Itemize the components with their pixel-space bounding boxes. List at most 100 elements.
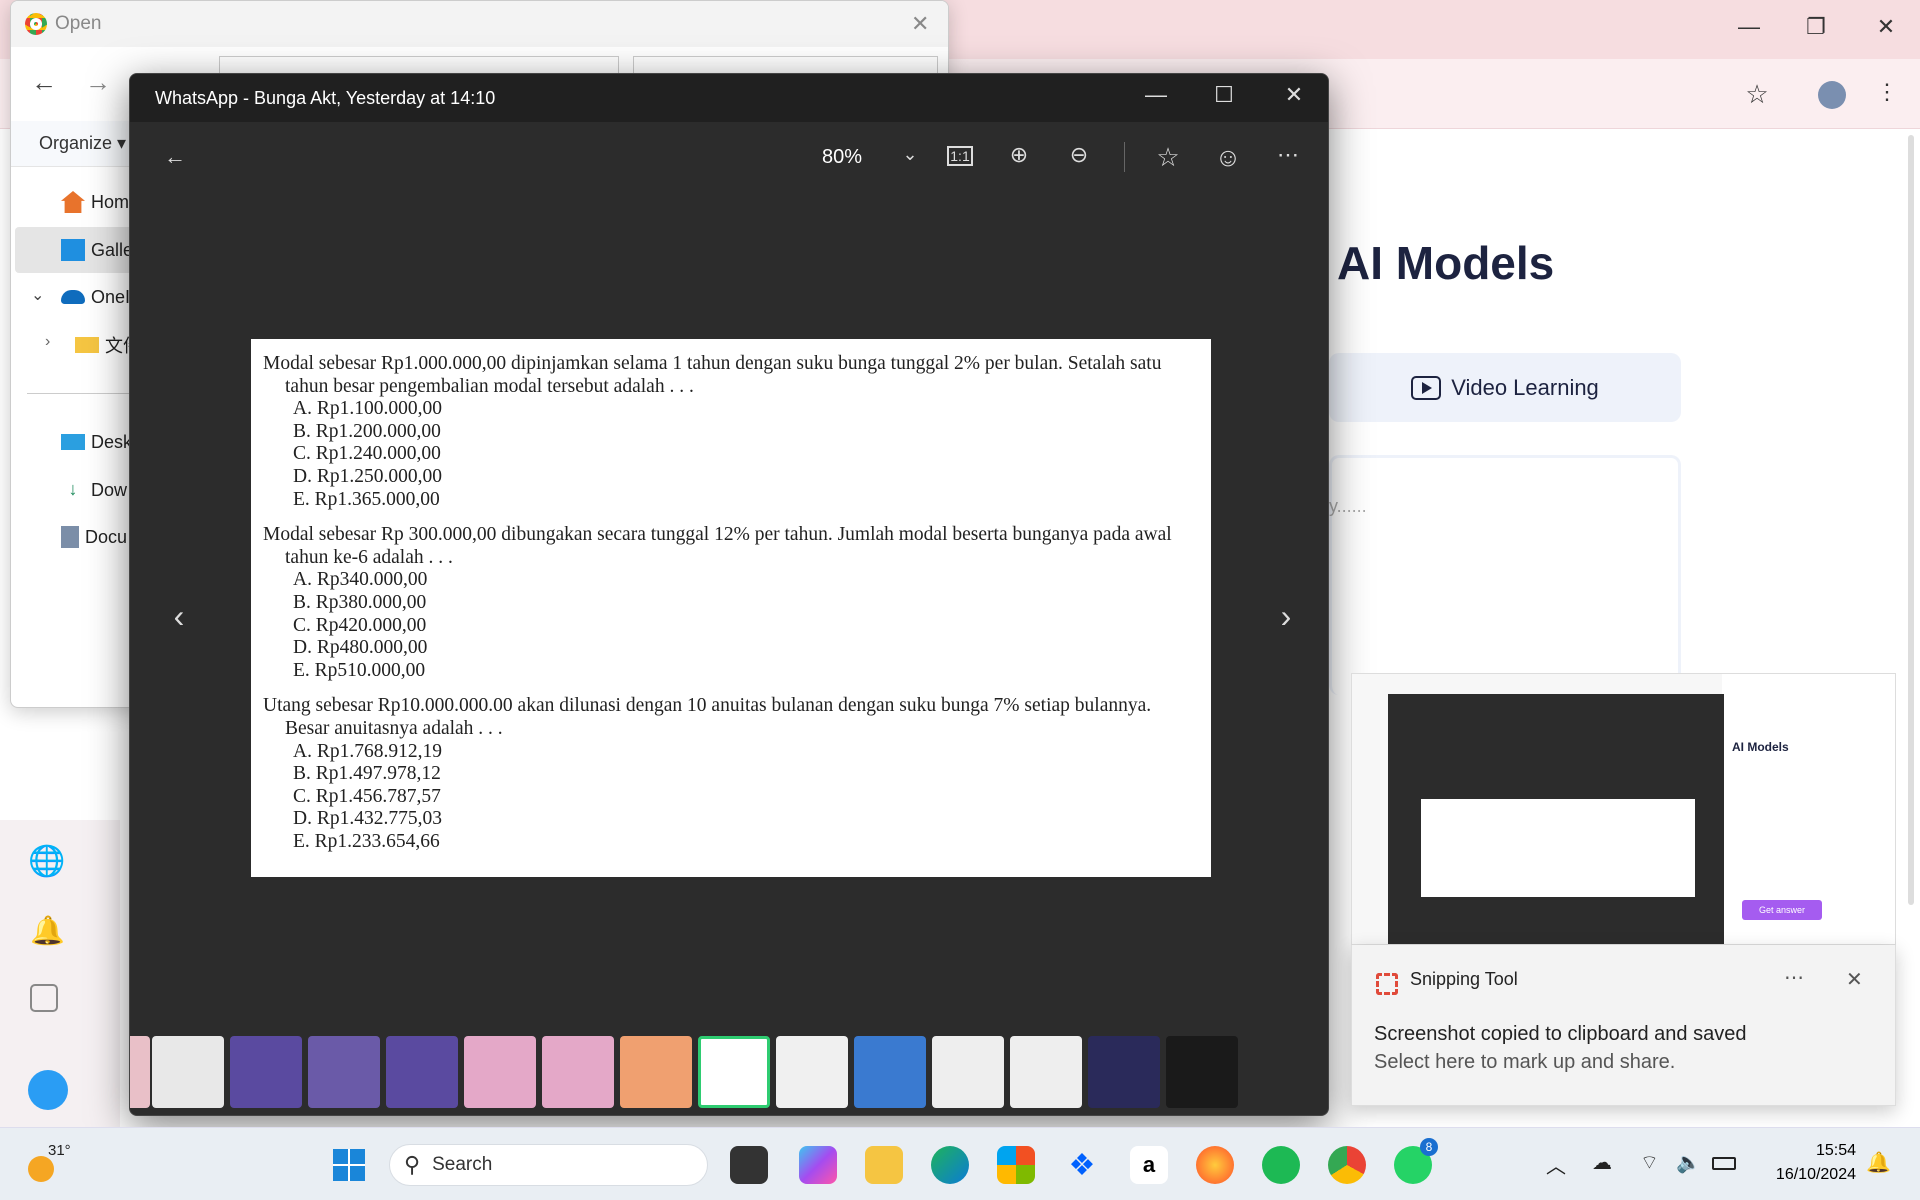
- globe-icon[interactable]: 🌐: [28, 844, 65, 879]
- filmstrip-thumbnail[interactable]: [1010, 1036, 1082, 1108]
- sidebar-item-home[interactable]: Hom: [61, 182, 129, 222]
- close-icon[interactable]: ✕: [911, 11, 929, 37]
- filmstrip-thumbnail[interactable]: [854, 1036, 926, 1108]
- notification-bell-icon[interactable]: 🔔: [1866, 1150, 1891, 1175]
- minimize-button[interactable]: —: [1729, 14, 1769, 40]
- copilot-icon[interactable]: [799, 1146, 837, 1184]
- task-view-icon[interactable]: [730, 1146, 768, 1184]
- search-label: Search: [432, 1154, 493, 1175]
- snipping-notification[interactable]: Snipping Tool ⋯ ✕ Screenshot copied to c…: [1351, 945, 1896, 1106]
- more-options-icon[interactable]: ⋯: [1784, 965, 1804, 990]
- restore-button[interactable]: ❐: [1796, 14, 1836, 40]
- amazon-icon[interactable]: a: [1130, 1146, 1168, 1184]
- documents-icon: [61, 526, 79, 548]
- taskbar: 31° ⚲ Search ❖ a 8 ︿ ☁ ⌔ 🔈 15:54 16/10/20…: [0, 1127, 1920, 1200]
- clock-time[interactable]: 15:54: [1760, 1142, 1856, 1160]
- clock-date[interactable]: 16/10/2024: [1760, 1166, 1856, 1184]
- profile-avatar[interactable]: [1818, 81, 1846, 109]
- speaker-icon[interactable]: 🔈: [1676, 1150, 1701, 1175]
- minimize-button[interactable]: —: [1136, 82, 1176, 108]
- file-explorer-icon[interactable]: [865, 1146, 903, 1184]
- filmstrip-thumbnail[interactable]: [620, 1036, 692, 1108]
- filmstrip: [130, 1036, 1328, 1108]
- screenshot-preview[interactable]: AI Models Get answer: [1351, 673, 1896, 945]
- answer-option: D. Rp480.000,00: [293, 637, 428, 659]
- back-arrow-icon[interactable]: ←: [155, 144, 195, 170]
- spotify-icon[interactable]: [1262, 1146, 1300, 1184]
- filmstrip-thumbnail[interactable]: [932, 1036, 1004, 1108]
- dialog-titlebar: Open ✕: [11, 1, 948, 47]
- zoom-in-icon[interactable]: ⊕: [999, 142, 1039, 168]
- emoji-icon[interactable]: ☺: [1208, 142, 1248, 173]
- store-icon[interactable]: [997, 1146, 1035, 1184]
- notification-app-name: Snipping Tool: [1410, 969, 1518, 989]
- sidebar-item-documents[interactable]: Docu: [61, 517, 127, 557]
- filmstrip-thumbnail[interactable]: [152, 1036, 224, 1108]
- filmstrip-thumbnail[interactable]: [308, 1036, 380, 1108]
- actual-size-icon[interactable]: 1:1: [947, 146, 973, 166]
- viewer-titlebar: WhatsApp - Bunga Akt, Yesterday at 14:10…: [130, 74, 1328, 122]
- onedrive-cloud-icon[interactable]: ☁: [1592, 1150, 1612, 1175]
- close-button[interactable]: ✕: [1866, 14, 1906, 40]
- sidebar-item-desktop[interactable]: Desk: [61, 422, 132, 462]
- filmstrip-thumbnail[interactable]: [1088, 1036, 1160, 1108]
- maximize-button[interactable]: ☐: [1204, 82, 1244, 108]
- answer-option: E. Rp1.365.000,00: [293, 488, 440, 510]
- chevron-down-icon[interactable]: ⌄: [31, 285, 44, 305]
- start-button[interactable]: [330, 1146, 368, 1184]
- previous-image-icon[interactable]: ‹: [159, 598, 199, 635]
- close-icon[interactable]: ✕: [1846, 967, 1863, 992]
- weather-widget[interactable]: 31°: [28, 1142, 71, 1182]
- inbox-icon[interactable]: [30, 984, 58, 1012]
- question-textarea[interactable]: [1329, 455, 1681, 695]
- more-options-icon[interactable]: ⋯: [1268, 142, 1308, 168]
- play-icon: [1411, 375, 1442, 400]
- chevron-down-icon[interactable]: ⌄: [890, 144, 930, 165]
- video-learning-label: Video Learning: [1451, 374, 1599, 400]
- zoom-level-dropdown[interactable]: 80%: [822, 146, 862, 169]
- whatsapp-icon[interactable]: 8: [1394, 1138, 1438, 1184]
- app-monster-icon[interactable]: [28, 1070, 68, 1110]
- filmstrip-thumbnail[interactable]: [386, 1036, 458, 1108]
- filmstrip-thumbnail[interactable]: [1166, 1036, 1238, 1108]
- forward-arrow-icon[interactable]: →: [85, 67, 111, 98]
- desktop-icon: [61, 434, 85, 450]
- filmstrip-thumbnail[interactable]: [130, 1036, 150, 1108]
- filmstrip-thumbnail[interactable]: [464, 1036, 536, 1108]
- favorite-star-icon[interactable]: ☆: [1148, 142, 1188, 173]
- back-arrow-icon[interactable]: ←: [31, 67, 57, 98]
- viewer-title: WhatsApp - Bunga Akt, Yesterday at 14:10: [155, 88, 496, 108]
- chevron-right-icon[interactable]: ›: [45, 333, 50, 351]
- bookmark-star-icon[interactable]: ☆: [1737, 79, 1777, 110]
- bell-icon[interactable]: 🔔: [30, 914, 65, 947]
- question-block: Modal sebesar Rp 300.000,00 dibungakan s…: [263, 524, 1199, 682]
- download-icon: ↓: [68, 479, 78, 499]
- show-hidden-icons-chevron[interactable]: ︿: [1546, 1150, 1566, 1179]
- chrome-side-panel: 🌐 🔔: [0, 820, 120, 1127]
- sidebar-item-onedrive[interactable]: OneI: [61, 277, 130, 317]
- address-bar[interactable]: [1280, 129, 1790, 177]
- taskbar-search[interactable]: ⚲ Search: [389, 1144, 708, 1186]
- zoom-out-icon[interactable]: ⊖: [1059, 142, 1099, 168]
- textarea-placeholder: y......: [1329, 496, 1367, 516]
- edge-icon[interactable]: [931, 1146, 969, 1184]
- sidebar-item-downloads[interactable]: ↓ Dow: [61, 470, 128, 510]
- notification-title: Screenshot copied to clipboard and saved: [1374, 1023, 1747, 1045]
- filmstrip-thumbnail[interactable]: [776, 1036, 848, 1108]
- filmstrip-thumbnail[interactable]: [542, 1036, 614, 1108]
- wifi-icon[interactable]: ⌔: [1640, 1150, 1659, 1175]
- dropbox-icon[interactable]: ❖: [1063, 1146, 1101, 1184]
- dialog-title: Open: [55, 13, 102, 34]
- filmstrip-thumbnail[interactable]: [230, 1036, 302, 1108]
- filmstrip-thumbnail[interactable]: [698, 1036, 770, 1108]
- video-learning-button[interactable]: Video Learning: [1329, 353, 1681, 422]
- battery-icon[interactable]: [1712, 1157, 1736, 1170]
- chrome-icon[interactable]: [1328, 1146, 1366, 1184]
- firefox-icon[interactable]: [1196, 1146, 1234, 1184]
- close-button[interactable]: ✕: [1274, 82, 1314, 108]
- next-image-icon[interactable]: ›: [1266, 598, 1306, 635]
- menu-kebab-icon[interactable]: ⋮: [1867, 79, 1907, 105]
- sidebar-item-gallery[interactable]: Galle: [61, 230, 133, 270]
- cloud-icon: [61, 290, 85, 304]
- page-scrollbar[interactable]: [1908, 135, 1914, 905]
